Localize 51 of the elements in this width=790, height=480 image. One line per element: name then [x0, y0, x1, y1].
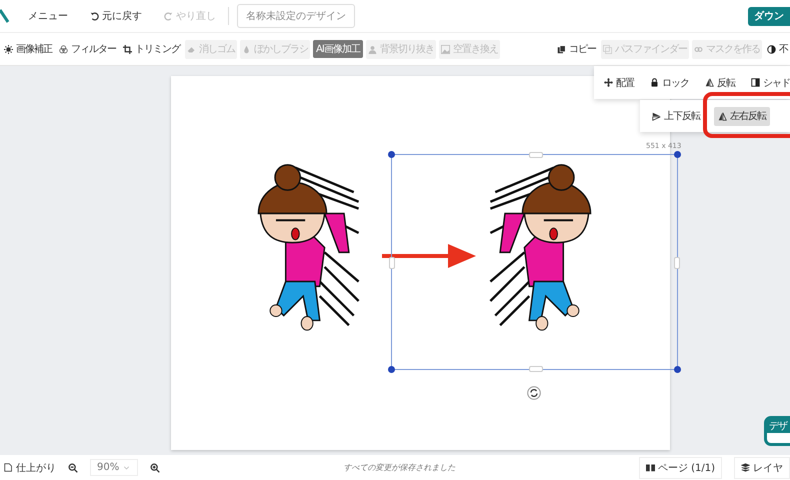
- undo-button[interactable]: 元に戻す: [86, 9, 146, 23]
- design-title-field[interactable]: 名称未設定のデザイン: [237, 4, 355, 28]
- menu-item[interactable]: シャド: [747, 73, 790, 92]
- layers-icon: [741, 463, 750, 472]
- opacity-icon: [767, 44, 776, 54]
- lock-icon: [650, 78, 659, 87]
- book-icon: [646, 463, 655, 472]
- download-button[interactable]: ダウン: [748, 6, 790, 26]
- layers-button[interactable]: レイヤ: [734, 456, 790, 478]
- shadow-icon: [751, 78, 760, 87]
- menu-button[interactable]: メニュー: [24, 9, 72, 23]
- flip-icon: [718, 112, 727, 120]
- finish-button[interactable]: 仕上がり: [4, 460, 56, 474]
- menu-item[interactable]: 配置: [600, 73, 638, 92]
- crop-icon: [123, 44, 132, 54]
- zoom-out-icon[interactable]: [68, 462, 78, 472]
- document-icon: [4, 463, 13, 472]
- eraser-icon: [187, 44, 196, 54]
- squares-icon: [603, 44, 612, 54]
- filter-icon: [59, 44, 68, 54]
- design-badge[interactable]: デザ: [764, 416, 790, 446]
- person-icon: [368, 44, 377, 54]
- zoom-in-icon[interactable]: [150, 462, 160, 472]
- move-icon: [604, 78, 613, 87]
- flip-icon: [652, 112, 661, 120]
- toolbar-button[interactable]: フィルター: [57, 40, 118, 58]
- toolbar-button[interactable]: コピー: [555, 40, 598, 58]
- pages-button[interactable]: ページ (1/1): [638, 456, 722, 478]
- menu-item[interactable]: 反転: [701, 73, 739, 92]
- brightness-icon: [4, 44, 13, 54]
- arrow-icon: [382, 243, 477, 269]
- toolbar-button[interactable]: 不: [765, 40, 790, 58]
- flip-option[interactable]: 左右反転: [714, 106, 770, 126]
- copy-icon: [557, 44, 566, 54]
- logo-icon[interactable]: [0, 8, 10, 24]
- image-icon: [440, 44, 450, 54]
- toolbar-button[interactable]: 画像補正: [2, 40, 54, 58]
- ai-badge: AI画像加工: [313, 40, 363, 58]
- redo-icon: [164, 12, 173, 20]
- save-status: すべての変更が保存されました: [342, 462, 457, 473]
- menu-item[interactable]: ロック: [646, 73, 693, 92]
- zoom-select[interactable]: 90%: [90, 459, 138, 476]
- flip-option[interactable]: 上下反転: [648, 106, 704, 126]
- selection-frame[interactable]: [391, 154, 678, 370]
- toolbar-button[interactable]: トリミング: [121, 40, 182, 58]
- rotate-handle-icon[interactable]: [527, 386, 541, 400]
- badge-label: デザ: [767, 419, 790, 433]
- undo-icon: [90, 12, 99, 20]
- link-icon: [694, 44, 703, 54]
- drop-icon: [242, 44, 251, 54]
- flip-icon: [705, 78, 714, 87]
